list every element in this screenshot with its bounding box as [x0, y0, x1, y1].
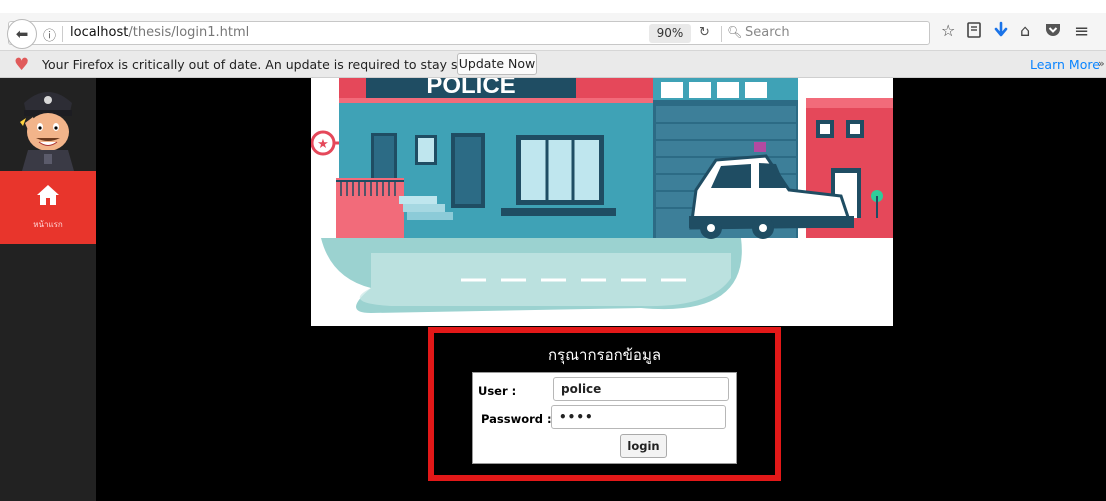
pocket-icon[interactable] — [1044, 21, 1062, 43]
police-sign: POLICE — [426, 78, 515, 99]
notification-message: Your Firefox is critically out of date. … — [42, 57, 497, 72]
login-button[interactable]: login — [620, 434, 667, 458]
login-form: User : police Password : •••• login — [472, 372, 737, 464]
password-label: Password : — [481, 412, 552, 426]
login-highlight-frame: กรุณากรอกข้อมูล User : police Password :… — [428, 327, 781, 481]
page-content: หน้าแรก POLICE ★ กรุณากรอกข้อมูล User: … — [0, 78, 1106, 501]
info-icon[interactable]: ⓘ — [43, 25, 56, 44]
reading-list-icon[interactable] — [966, 21, 982, 43]
search-icon: 🔍︎ — [727, 25, 743, 39]
url-text[interactable]: localhost/thesis/login1.html — [70, 25, 249, 40]
sidebar-item-label: หน้าแรก — [33, 220, 63, 229]
learn-more-link[interactable]: Learn More — [1030, 57, 1100, 72]
svg-text:★: ★ — [317, 137, 329, 152]
login-title: กรุณากรอกข้อมูล — [547, 346, 662, 364]
menu-icon[interactable]: ≡ — [1074, 21, 1089, 42]
url-separator — [62, 26, 63, 42]
heart-icon: ♥ — [14, 55, 30, 75]
user-label: User : — [478, 384, 517, 398]
bookmark-star-icon[interactable]: ☆ — [941, 21, 955, 40]
home-icon[interactable]: ⌂ — [1020, 21, 1030, 40]
reload-icon[interactable]: ↻ — [699, 25, 710, 40]
back-button[interactable]: ⬅ — [7, 19, 37, 49]
search-input[interactable]: 🔍︎ Search — [723, 22, 931, 44]
password-field[interactable]: •••• — [551, 405, 726, 429]
update-notification-bar: ♥ Your Firefox is critically out of date… — [0, 51, 1106, 78]
sidebar-item-home[interactable]: หน้าแรก — [0, 171, 96, 244]
browser-toolbar: ⬅ ⓘ localhost/thesis/login1.html 90% ↻ 🔍… — [0, 13, 1106, 51]
police-avatar-logo — [0, 78, 96, 171]
zoom-indicator[interactable]: 90% — [649, 24, 691, 43]
user-field[interactable]: police — [553, 377, 729, 401]
update-now-button[interactable]: Update Now — [457, 53, 537, 75]
download-icon[interactable] — [994, 21, 1008, 43]
search-placeholder: Search — [745, 25, 790, 40]
back-icon: ⬅ — [15, 25, 29, 43]
police-station-illustration: POLICE ★ — [311, 78, 893, 326]
home-icon — [37, 185, 59, 205]
url-separator — [721, 26, 722, 42]
sidebar: หน้าแรก — [0, 78, 96, 501]
close-icon[interactable]: » — [1098, 57, 1105, 70]
url-bar[interactable]: ⬅ ⓘ localhost/thesis/login1.html 90% ↻ 🔍… — [7, 19, 931, 49]
